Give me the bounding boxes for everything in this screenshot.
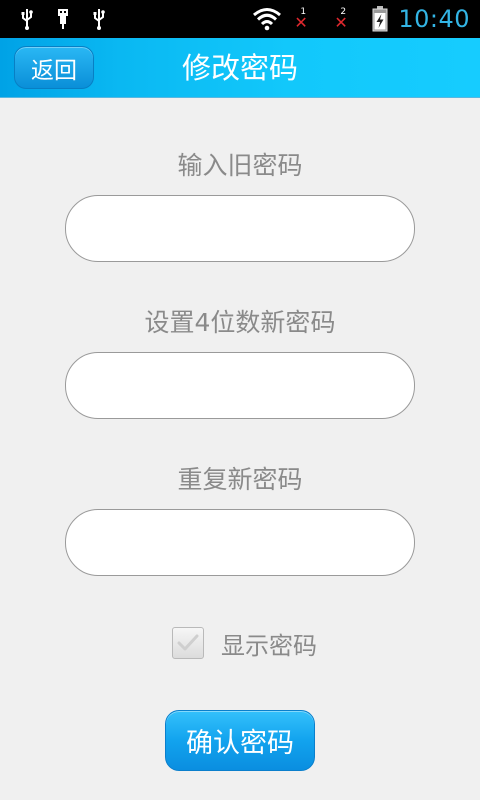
confirm-password-button[interactable]: 确认密码 bbox=[165, 710, 315, 771]
old-password-input[interactable] bbox=[65, 195, 415, 262]
new-password-label: 设置4位数新密码 bbox=[144, 308, 336, 337]
sim1-signal-icon: 1 ✕ bbox=[292, 4, 312, 34]
usb-icon bbox=[21, 9, 33, 30]
battery-charging-icon bbox=[372, 6, 388, 32]
clock: 10:40 bbox=[398, 5, 470, 33]
old-password-label: 输入旧密码 bbox=[177, 151, 303, 180]
wifi-icon bbox=[253, 8, 282, 31]
new-password-input[interactable] bbox=[65, 352, 415, 419]
show-password-label: 显示密码 bbox=[221, 631, 317, 660]
no-signal-x-icon: ✕ bbox=[294, 13, 308, 32]
no-signal-x-icon: ✕ bbox=[334, 13, 348, 32]
status-bar: 1 ✕ 2 ✕ 10:40 bbox=[0, 0, 480, 38]
back-button[interactable]: 返回 bbox=[14, 46, 94, 89]
title-bar: 修改密码 返回 bbox=[0, 38, 480, 98]
show-password-checkbox[interactable] bbox=[172, 627, 204, 659]
checkmark-icon bbox=[177, 634, 199, 651]
notification-icons bbox=[0, 0, 108, 38]
usb-icon bbox=[93, 9, 105, 30]
repeat-password-label: 重复新密码 bbox=[177, 465, 303, 494]
repeat-password-input[interactable] bbox=[65, 509, 415, 576]
sim2-signal-icon: 2 ✕ bbox=[332, 4, 352, 34]
system-icons: 1 ✕ 2 ✕ 10:40 bbox=[252, 0, 480, 38]
show-password-row[interactable]: 显示密码 bbox=[172, 626, 317, 660]
usb-debug-icon bbox=[58, 9, 68, 29]
